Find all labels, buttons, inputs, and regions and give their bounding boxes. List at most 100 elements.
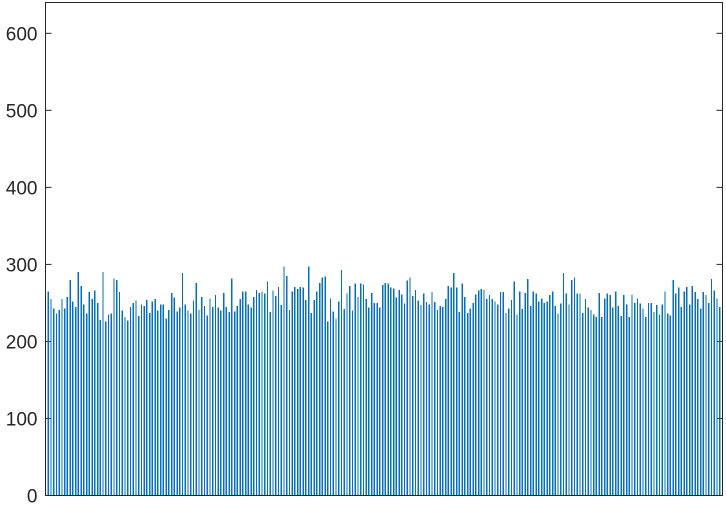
histogram-bar — [184, 304, 186, 496]
y-tick-label: 0 — [27, 487, 38, 508]
histogram-bar — [187, 310, 189, 496]
histogram-bar — [233, 311, 236, 496]
histogram-bar — [121, 310, 123, 496]
histogram-bar — [546, 301, 548, 496]
histogram-bar — [159, 304, 162, 496]
histogram-bar — [431, 292, 433, 496]
histogram-bar — [579, 293, 581, 496]
histogram-bar — [302, 287, 304, 496]
histogram-bar — [425, 302, 428, 496]
histogram-bar — [228, 312, 230, 496]
histogram-bar — [384, 282, 387, 496]
histogram-bar — [631, 294, 633, 496]
histogram-bar — [362, 284, 365, 496]
histogram-bar — [505, 312, 507, 496]
bar-series — [47, 266, 721, 496]
histogram-bar — [80, 285, 82, 496]
histogram-bar — [694, 292, 696, 496]
histogram-bar — [592, 314, 595, 496]
histogram-bar — [625, 304, 628, 496]
y-tick-label: 400 — [6, 178, 38, 199]
histogram-bar — [623, 295, 625, 496]
histogram-bar — [551, 291, 554, 496]
histogram-bar — [214, 295, 217, 496]
histogram-bar — [472, 302, 474, 496]
histogram-bar — [91, 299, 93, 496]
histogram-bar — [680, 306, 683, 496]
histogram-bar — [436, 309, 439, 496]
histogram-bar — [299, 286, 302, 496]
histogram-bar — [140, 304, 143, 496]
histogram-bar — [47, 291, 49, 496]
histogram-bar — [697, 299, 699, 496]
histogram-bar — [225, 306, 228, 496]
histogram-bar — [469, 308, 472, 496]
histogram-bar — [562, 272, 565, 496]
histogram-bar — [529, 306, 532, 496]
histogram-bar — [598, 292, 600, 496]
histogram-bar — [609, 295, 611, 496]
histogram-bar — [650, 302, 652, 496]
histogram-bar — [634, 302, 636, 496]
histogram-bar — [475, 294, 477, 496]
histogram-bar — [620, 316, 622, 496]
histogram-bar — [409, 277, 411, 496]
histogram-bar — [190, 313, 192, 496]
histogram-bar — [157, 310, 159, 496]
histogram-bar — [565, 293, 567, 496]
histogram-bar — [192, 300, 195, 496]
histogram-bar — [148, 312, 151, 496]
histogram-bar — [222, 292, 225, 496]
histogram-chart: 0 100 200 300 400 500 600 — [6, 2, 723, 508]
histogram-bar — [291, 291, 293, 496]
histogram-bar — [677, 287, 680, 496]
histogram-bar — [442, 306, 444, 496]
histogram-bar — [85, 313, 88, 496]
histogram-bar — [502, 292, 504, 496]
histogram-bar — [645, 316, 647, 496]
histogram-bar — [688, 304, 691, 496]
histogram-bar — [439, 306, 441, 496]
histogram-bar — [162, 304, 165, 496]
histogram-bar — [236, 306, 239, 496]
histogram-bar — [538, 301, 540, 496]
histogram-bar — [329, 298, 332, 496]
histogram-bar — [50, 299, 52, 496]
y-tick-label: 300 — [6, 255, 38, 276]
histogram-bar — [713, 290, 715, 496]
histogram-bar — [269, 312, 271, 496]
histogram-bar — [296, 289, 299, 496]
histogram-bar — [672, 279, 674, 496]
histogram-bar — [606, 293, 609, 496]
histogram-bar — [379, 307, 381, 496]
histogram-bar — [612, 307, 614, 496]
histogram-bar — [667, 313, 669, 496]
histogram-bar — [321, 277, 324, 496]
histogram-bar — [686, 286, 688, 496]
histogram-bar — [532, 291, 535, 496]
histogram-bar — [94, 290, 96, 496]
histogram-bar — [568, 304, 570, 496]
histogram-bar — [181, 272, 184, 496]
histogram-bar — [412, 295, 414, 496]
histogram-bar — [461, 283, 463, 496]
histogram-bar — [66, 296, 69, 496]
histogram-bar — [255, 289, 258, 496]
histogram-bar — [261, 291, 263, 496]
histogram-bar — [107, 314, 110, 496]
histogram-bar — [699, 308, 702, 496]
histogram-bar — [488, 295, 491, 496]
histogram-bar — [444, 299, 447, 496]
histogram-bar — [560, 303, 562, 496]
histogram-bar — [209, 298, 211, 496]
histogram-bar — [392, 288, 395, 496]
histogram-bar — [617, 306, 620, 496]
histogram-bar — [683, 291, 685, 496]
histogram-bar — [250, 307, 252, 496]
histogram-bar — [77, 272, 80, 496]
histogram-bar — [524, 292, 526, 496]
histogram-bar — [247, 304, 250, 496]
histogram-bar — [557, 313, 559, 496]
histogram-bar — [458, 312, 461, 496]
histogram-bar — [480, 289, 482, 496]
